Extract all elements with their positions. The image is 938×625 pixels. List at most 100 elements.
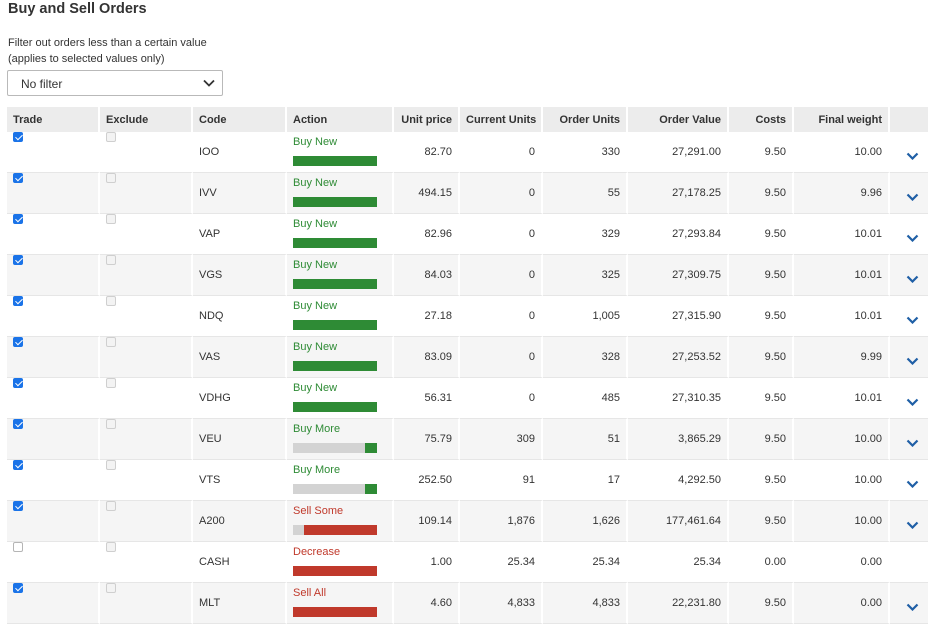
order-units-cell: 17 — [543, 460, 628, 501]
order-units-cell: 328 — [543, 337, 628, 378]
column-header-final-weight[interactable]: Final weight — [794, 107, 890, 132]
column-header-costs[interactable]: Costs — [729, 107, 794, 132]
column-header-order-value[interactable]: Order Value — [628, 107, 729, 132]
exclude-checkbox[interactable] — [106, 214, 116, 224]
final-weight-cell: 10.01 — [794, 296, 890, 337]
action-progress-fill — [304, 525, 377, 535]
order-value-cell: 177,461.64 — [628, 501, 729, 542]
final-weight-cell: 10.01 — [794, 214, 890, 255]
action-cell: Decrease — [287, 542, 394, 583]
exclude-checkbox[interactable] — [106, 419, 116, 429]
code-cell: A200 — [193, 501, 287, 542]
exclude-checkbox[interactable] — [106, 296, 116, 306]
exclude-cell — [100, 542, 193, 583]
current-units-cell: 0 — [460, 378, 543, 419]
trade-cell — [7, 296, 100, 337]
chevron-down-icon[interactable] — [906, 357, 919, 365]
trade-checkbox[interactable] — [13, 378, 23, 388]
trade-checkbox[interactable] — [13, 501, 23, 511]
exclude-checkbox[interactable] — [106, 378, 116, 388]
trade-cell — [7, 255, 100, 296]
order-value-cell: 27,309.75 — [628, 255, 729, 296]
chevron-down-icon[interactable] — [906, 521, 919, 529]
action-progress-fill — [293, 238, 377, 248]
column-header-current-units[interactable]: Current Units — [460, 107, 543, 132]
expand-cell — [890, 132, 928, 173]
trade-checkbox[interactable] — [13, 214, 23, 224]
table-row: NDQ Buy New 27.18 0 1,005 27,315.90 9.50 10.01 — [7, 296, 928, 337]
costs-cell: 9.50 — [729, 378, 794, 419]
final-weight-cell: 0.00 — [794, 583, 890, 624]
chevron-down-icon[interactable] — [906, 480, 919, 488]
costs-cell: 9.50 — [729, 296, 794, 337]
order-value-filter-select[interactable]: No filter — [7, 70, 223, 96]
costs-cell: 9.50 — [729, 460, 794, 501]
action-label: Decrease — [293, 546, 341, 558]
filter-hint-line1: Filter out orders less than a certain va… — [8, 37, 207, 49]
chevron-down-icon — [203, 79, 215, 87]
column-header-unit-price[interactable]: Unit price — [394, 107, 460, 132]
exclude-cell — [100, 214, 193, 255]
action-cell: Sell All — [287, 583, 394, 624]
exclude-checkbox[interactable] — [106, 173, 116, 183]
trade-checkbox[interactable] — [13, 583, 23, 593]
order-value-cell: 3,865.29 — [628, 419, 729, 460]
exclude-cell — [100, 419, 193, 460]
exclude-checkbox[interactable] — [106, 132, 116, 142]
action-label: Sell Some — [293, 505, 344, 517]
current-units-cell: 0 — [460, 173, 543, 214]
column-header-action[interactable]: Action — [287, 107, 394, 132]
unit-price-cell: 109.14 — [394, 501, 460, 542]
trade-checkbox[interactable] — [13, 132, 23, 142]
column-header-trade[interactable]: Trade — [7, 107, 100, 132]
action-label: Buy New — [293, 341, 338, 353]
exclude-checkbox[interactable] — [106, 583, 116, 593]
chevron-down-icon[interactable] — [906, 275, 919, 283]
exclude-checkbox[interactable] — [106, 460, 116, 470]
exclude-checkbox[interactable] — [106, 337, 116, 347]
action-label: Buy More — [293, 464, 341, 476]
order-value-cell: 27,253.52 — [628, 337, 729, 378]
exclude-cell — [100, 378, 193, 419]
exclude-checkbox[interactable] — [106, 255, 116, 265]
column-header-exclude[interactable]: Exclude — [100, 107, 193, 132]
table-row: MLT Sell All 4.60 4,833 4,833 22,231.80 9.50 0.… — [7, 583, 928, 624]
action-progress-fill — [293, 361, 377, 371]
trade-checkbox[interactable] — [13, 419, 23, 429]
order-units-cell: 55 — [543, 173, 628, 214]
trade-cell — [7, 419, 100, 460]
trade-checkbox[interactable] — [13, 542, 23, 552]
exclude-checkbox[interactable] — [106, 501, 116, 511]
chevron-down-icon[interactable] — [906, 193, 919, 201]
trade-cell — [7, 460, 100, 501]
code-cell: CASH — [193, 542, 287, 583]
expand-cell — [890, 460, 928, 501]
trade-checkbox[interactable] — [13, 460, 23, 470]
chevron-down-icon[interactable] — [906, 439, 919, 447]
column-header-order-units[interactable]: Order Units — [543, 107, 628, 132]
expand-cell — [890, 173, 928, 214]
final-weight-cell: 10.01 — [794, 378, 890, 419]
current-units-cell: 0 — [460, 296, 543, 337]
order-units-cell: 329 — [543, 214, 628, 255]
filter-selected-value: No filter — [21, 77, 63, 91]
trade-checkbox[interactable] — [13, 296, 23, 306]
chevron-down-icon[interactable] — [906, 398, 919, 406]
trade-cell — [7, 501, 100, 542]
unit-price-cell: 75.79 — [394, 419, 460, 460]
chevron-down-icon[interactable] — [906, 234, 919, 242]
action-label: Buy New — [293, 218, 338, 230]
exclude-checkbox[interactable] — [106, 542, 116, 552]
trade-checkbox[interactable] — [13, 173, 23, 183]
order-units-cell: 4,833 — [543, 583, 628, 624]
action-label: Buy New — [293, 259, 338, 271]
expand-cell — [890, 296, 928, 337]
chevron-down-icon[interactable] — [906, 603, 919, 611]
costs-cell: 9.50 — [729, 501, 794, 542]
chevron-down-icon[interactable] — [906, 316, 919, 324]
trade-checkbox[interactable] — [13, 337, 23, 347]
expand-cell — [890, 255, 928, 296]
chevron-down-icon[interactable] — [906, 152, 919, 160]
trade-checkbox[interactable] — [13, 255, 23, 265]
column-header-code[interactable]: Code — [193, 107, 287, 132]
